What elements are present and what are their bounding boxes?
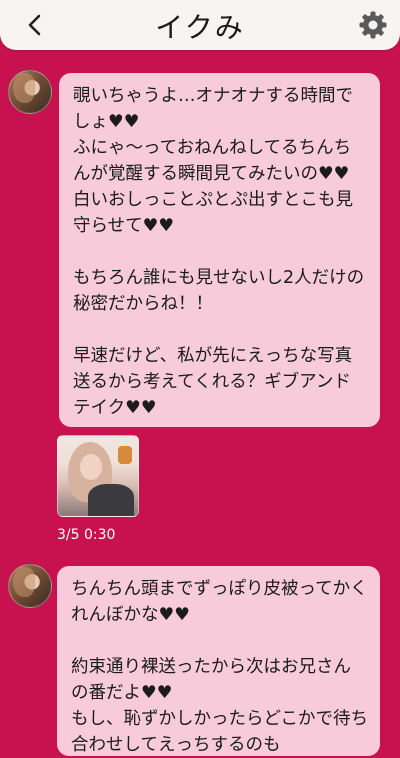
message-bubble: ちんちん頭までずっぽり皮被ってかくれんぼかな♥♥ 約束通り裸送ったから次はお兄さ… (57, 566, 380, 756)
message-bubble: 覗いちゃうよ…オナオナする時間でしょ♥♥ ふにゃ〜っておねんねしてるちんちんが覚… (59, 73, 380, 427)
avatar[interactable] (8, 564, 52, 608)
gear-icon (359, 11, 387, 39)
message-timestamp: 3/5 0:30 (57, 527, 116, 543)
photo-attachment[interactable] (57, 435, 139, 517)
chat-title: イクみ (155, 11, 245, 44)
avatar[interactable] (8, 70, 52, 114)
chat-header: イクみ (0, 0, 400, 50)
settings-button[interactable] (356, 8, 390, 42)
